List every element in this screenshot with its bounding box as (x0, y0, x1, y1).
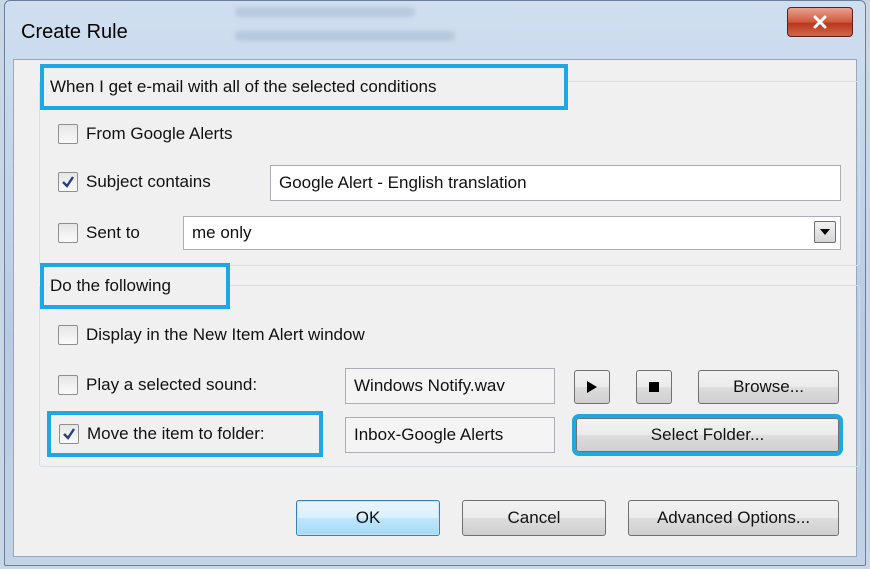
sent-to-dropdown-button[interactable] (814, 221, 836, 243)
from-condition-row: From Google Alerts (58, 124, 232, 144)
from-label: From Google Alerts (86, 124, 233, 143)
sent-to-label: Sent to (86, 223, 140, 242)
display-checkbox[interactable] (58, 325, 78, 345)
display-action-row: Display in the New Item Alert window (58, 325, 365, 345)
sound-action-row: Play a selected sound: (58, 375, 257, 395)
sent-to-value: me only (192, 223, 252, 242)
subject-label: Subject contains (86, 172, 211, 191)
create-rule-dialog: Create Rule When I get e-mail with all o… (4, 0, 866, 566)
sent-to-condition-row: Sent to (58, 223, 140, 243)
display-label: Display in the New Item Alert window (86, 325, 365, 344)
sound-checkbox[interactable] (58, 375, 78, 395)
subject-input[interactable]: Google Alert - English translation (270, 165, 841, 201)
checkmark-icon (63, 428, 75, 440)
close-button[interactable] (787, 7, 853, 37)
move-checkbox[interactable] (59, 424, 79, 444)
move-action-row: Move the item to folder: (47, 411, 323, 457)
title-bar: Create Rule (5, 1, 865, 59)
ok-button[interactable]: OK (296, 500, 440, 536)
move-folder-field: Inbox-Google Alerts (345, 417, 555, 453)
subject-checkbox[interactable] (58, 172, 78, 192)
dropdown-arrow-icon (820, 229, 830, 235)
advanced-options-button[interactable]: Advanced Options... (628, 500, 839, 536)
background-blur (235, 31, 455, 41)
checkmark-icon (62, 176, 74, 188)
sound-file-field: Windows Notify.wav (345, 368, 555, 404)
stop-sound-button[interactable] (636, 370, 672, 404)
from-checkbox[interactable] (58, 124, 78, 144)
dialog-body: When I get e-mail with all of the select… (13, 59, 860, 557)
close-icon (813, 15, 827, 29)
select-folder-button[interactable]: Select Folder... (572, 414, 843, 456)
play-sound-button[interactable] (574, 370, 610, 404)
stop-icon (649, 382, 659, 392)
browse-button[interactable]: Browse... (698, 370, 839, 404)
window-title: Create Rule (21, 21, 128, 43)
sent-to-checkbox[interactable] (58, 223, 78, 243)
actions-legend: Do the following (40, 263, 230, 309)
play-icon (587, 381, 597, 393)
background-blur (235, 7, 415, 17)
cancel-button[interactable]: Cancel (462, 500, 606, 536)
subject-condition-row: Subject contains (58, 172, 211, 192)
move-label: Move the item to folder: (87, 424, 265, 443)
sent-to-select[interactable]: me only (183, 216, 841, 250)
conditions-legend: When I get e-mail with all of the select… (40, 64, 568, 110)
sound-label: Play a selected sound: (86, 375, 258, 394)
